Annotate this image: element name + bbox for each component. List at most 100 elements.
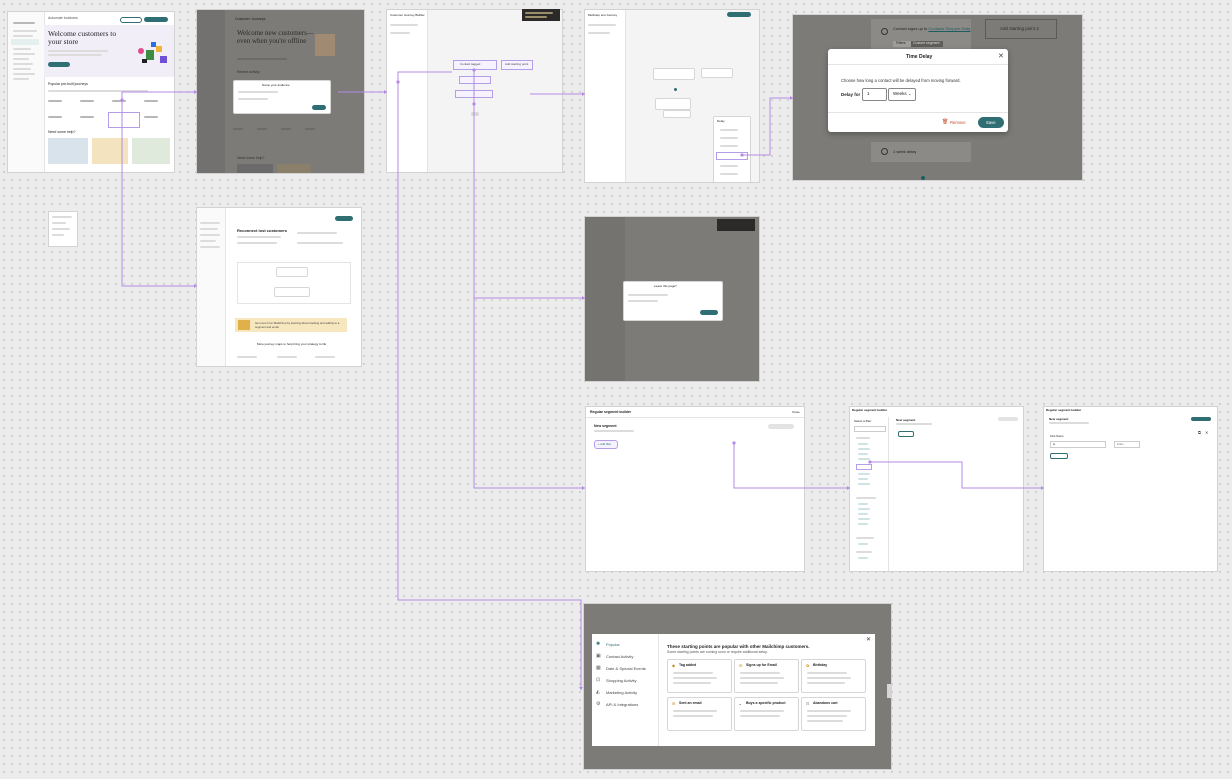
card-image-2[interactable] <box>92 138 128 164</box>
add-filter-button[interactable] <box>1050 453 1068 459</box>
category-popular[interactable]: ✺ Popular <box>596 641 656 649</box>
category-marketing-activity[interactable]: ◭ Marketing Activity <box>596 689 656 697</box>
builder-sidebar: Customer Journey Builder <box>387 10 428 172</box>
frame-segment-filters: Regular segment builder Select a filter … <box>850 407 1023 571</box>
step-chip[interactable] <box>455 90 493 98</box>
publish-button[interactable] <box>727 12 751 17</box>
delay-step-label: 1 week delay <box>893 149 917 154</box>
category-contact-activity[interactable]: ▣ Contact Activity <box>596 653 656 661</box>
add-step-node[interactable] <box>663 110 691 118</box>
star-icon: ✺ <box>596 641 601 647</box>
delay-label: Delay for <box>841 92 861 97</box>
hero-heading: Welcome customers to your store <box>48 29 117 46</box>
category-date-events[interactable]: ▦ Date & Special Events <box>596 665 656 673</box>
close-icon[interactable]: ✕ <box>998 52 1004 60</box>
trash-icon: 🗑 <box>942 119 949 125</box>
add-starting-point-node[interactable] <box>701 68 733 78</box>
delay-step-card[interactable]: 1 week delay <box>871 142 971 162</box>
category-shopping-activity[interactable]: ⊡ Shopping Activity <box>596 677 656 685</box>
plug-icon: ⚙ <box>596 701 601 707</box>
add-chip-label: Add starting point <box>505 62 529 66</box>
save-segment-button[interactable] <box>998 417 1018 421</box>
save-segment-button[interactable] <box>768 424 794 429</box>
starting-points-modal: ✺ Popular ▣ Contact Activity ▦ Date & Sp… <box>592 634 875 746</box>
tab-filters[interactable]: Filters <box>893 41 911 47</box>
builder-sidebar: Multistep test Journey <box>585 10 626 182</box>
operator-select[interactable]: is <box>1050 441 1106 448</box>
add-filter-button[interactable] <box>898 431 914 437</box>
category-api-integrations[interactable]: ⚙ API & Integrations <box>596 701 656 709</box>
delay-unit-value: Weeks <box>893 91 907 96</box>
add-starting-point-card[interactable]: Add starting point 2 <box>985 19 1057 39</box>
trigger-card: Contact signs up to Contacts Shopper Dai… <box>871 19 971 49</box>
primary-button[interactable] <box>144 17 168 22</box>
delay-unit-select[interactable]: Weeks ⌄ <box>888 88 916 101</box>
scroll-handle[interactable] <box>887 684 891 698</box>
starting-point-card-buys-product[interactable]: ◒ Buys a specific product <box>734 697 799 731</box>
card-image-1 <box>237 164 273 173</box>
close-icon[interactable]: ✕ <box>866 636 871 643</box>
section-help: Need some help? <box>237 156 265 160</box>
remove-button[interactable]: 🗑 Remove <box>942 119 970 127</box>
segment-title: New segment <box>594 424 617 428</box>
email-icon: ✉ <box>672 701 676 706</box>
rule-chip[interactable] <box>459 76 491 84</box>
menu-item-delay[interactable] <box>716 152 748 160</box>
frame-thumbnail <box>49 212 77 246</box>
add-starting-point-label: Add starting point 2 <box>1000 26 1039 31</box>
footer-text: More journey maps to help bring your str… <box>257 342 327 346</box>
delay-amount-input[interactable]: 1 <box>862 88 887 101</box>
save-segment-button[interactable] <box>1191 417 1211 421</box>
secondary-button[interactable] <box>120 17 142 23</box>
dialog-save-button[interactable] <box>312 105 326 110</box>
dialog-title: Name your audience <box>262 83 290 87</box>
segment-header: Regular segment builder Close <box>586 407 804 418</box>
filter-search-input[interactable] <box>854 426 886 432</box>
starting-point-card-birthday[interactable]: ✿ Birthday <box>801 659 866 693</box>
trigger-node[interactable] <box>653 68 695 80</box>
step-node[interactable] <box>655 98 691 110</box>
builder-title: Multistep test Journey <box>588 13 618 17</box>
card-image-3[interactable] <box>132 138 170 164</box>
connector-dot <box>921 176 925 180</box>
segment-title: New segment <box>1049 417 1069 421</box>
starting-point-card-tag-added[interactable]: ◆ Tag added <box>667 659 732 693</box>
start-button[interactable] <box>335 216 353 221</box>
dialog-title: Leave this page? <box>654 284 677 288</box>
starting-point-card-sent-email[interactable]: ✉ Sent an email <box>667 697 732 731</box>
frame-builder-actions: Multistep test Journey Delay <box>585 10 759 182</box>
builder-title: Customer Journey Builder <box>390 13 425 17</box>
add-filter-label: + Add filter <box>598 442 612 446</box>
segment-builder-title: Regular segment builder <box>852 408 888 412</box>
modal-description: Choose how long a contact will be delaye… <box>841 78 961 83</box>
card-image-2 <box>277 164 311 173</box>
continue-button[interactable] <box>700 310 718 315</box>
close-link[interactable]: Close <box>792 410 800 414</box>
save-button[interactable]: Save <box>978 117 1004 128</box>
get-started-button[interactable] <box>48 62 70 67</box>
trigger-link[interactable]: Contacts Shopper Daily <box>928 26 970 31</box>
page-heading: Reconnect lost customers <box>237 228 288 233</box>
frame-confirm: Leave this page? <box>585 217 759 381</box>
starting-point-card-abandons-cart[interactable]: ⊡ Abandons cart <box>801 697 866 731</box>
trigger-icon <box>881 28 888 35</box>
trigger-chip[interactable]: Contact tagged <box>453 60 497 70</box>
starting-points-subheading: Some starting points are coming soon or … <box>667 650 769 654</box>
add-starting-point-chip[interactable]: Add starting point <box>501 60 533 70</box>
megaphone-icon: ◭ <box>596 689 600 695</box>
filter-panel-title: Select a filter <box>854 419 872 423</box>
tooltip-note <box>717 219 755 231</box>
starting-point-card-signs-up[interactable]: ✉ Signs up for Email <box>734 659 799 693</box>
delete-icon[interactable]: ✕ <box>1205 430 1208 435</box>
remove-label: Remove <box>950 120 966 125</box>
value-input[interactable]: Enter <box>1114 441 1140 448</box>
delay-amount-value: 1 <box>867 91 870 96</box>
section-popular: Popular pre-built journeys <box>48 82 88 86</box>
time-delay-modal: Time Delay ✕ Choose how long a contact w… <box>828 49 1008 132</box>
filter-item-selected[interactable] <box>856 464 872 470</box>
copy-icon[interactable]: ⧉ <box>1198 430 1201 435</box>
card-image-1[interactable] <box>48 138 88 164</box>
tab-custom-segment[interactable]: Custom segment <box>911 41 943 47</box>
name-audience-dialog: Name your audience <box>233 80 331 114</box>
add-filter-button[interactable]: + Add filter <box>594 440 618 449</box>
